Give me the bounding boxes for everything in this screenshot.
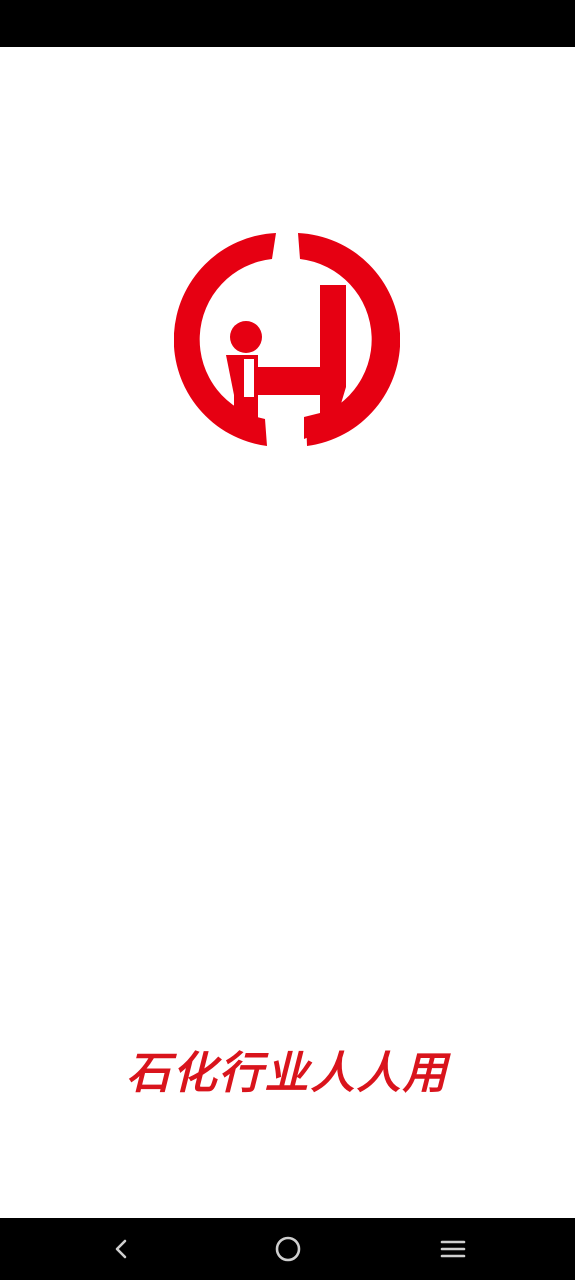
slogan-text: 石化行业人人用 (126, 1048, 449, 1099)
chevron-left-icon (115, 1239, 127, 1259)
brand-logo-icon (173, 227, 401, 453)
menu-lines-icon (440, 1240, 466, 1258)
home-button[interactable] (248, 1218, 328, 1280)
back-button[interactable] (82, 1218, 162, 1280)
splash-screen: 石化行业人人用 (0, 47, 575, 1218)
recent-apps-button[interactable] (413, 1218, 493, 1280)
system-nav-bar (0, 1218, 575, 1280)
circle-home-icon (275, 1236, 301, 1262)
app-screen: 石化行业人人用 (0, 0, 575, 1280)
status-bar (0, 0, 575, 47)
